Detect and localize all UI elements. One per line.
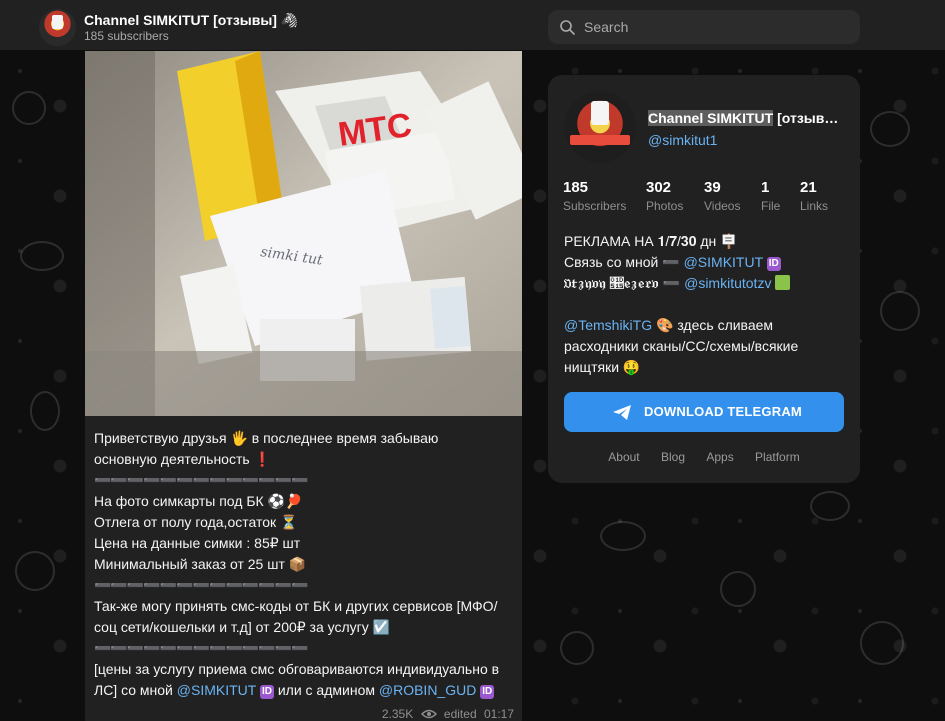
beginner-icon	[775, 275, 791, 290]
stat-label: Photos	[646, 199, 684, 213]
message-line: основную деятельность ❗	[94, 451, 271, 467]
channel-stats: 185 Subscribers 302 Photos 39 Videos 1 F…	[563, 179, 853, 219]
channel-subscribers: 185 subscribers	[84, 29, 169, 43]
message-line: Так-же могу принять смс-коды от БК и дру…	[94, 598, 498, 614]
message-line: Минимальный заказ от 25 шт 📦	[94, 556, 307, 572]
wallpaper-doodle	[20, 241, 64, 271]
footer-link-blog[interactable]: Blog	[661, 450, 685, 464]
mention-link-robin-gud[interactable]: @ROBIN_GUD	[379, 682, 476, 698]
message-text-segment: или с админом	[273, 682, 379, 698]
mention-link-temshikitg[interactable]: @TemshikiTG	[564, 317, 652, 333]
message-line: Приветствую друзья 🖐 в последнее время з…	[94, 430, 439, 446]
wallpaper-doodle	[15, 551, 55, 591]
stat-label: Subscribers	[563, 199, 627, 213]
wallpaper-doodle	[600, 521, 646, 551]
message-line: На фото симкарты под БК ⚽🏓	[94, 493, 303, 509]
telegram-icon	[613, 405, 631, 420]
eye-icon	[420, 709, 437, 719]
message-line: [цены за услугу приема смс обговариваютс…	[94, 661, 500, 677]
message-separator: ➖➖➖➖➖➖➖➖➖➖➖➖➖	[94, 472, 309, 488]
message-photo[interactable]: МТС simki tut	[85, 51, 522, 416]
desc-line: РЕКЛАМА НА 𝟏/𝟕/𝟑𝟎 дн 🪧	[564, 233, 738, 249]
message-line: Отлега от полу года,остаток ⏳	[94, 514, 298, 530]
wallpaper-doodle	[12, 91, 46, 125]
channel-title[interactable]: Channel SIMKITUT [отзывы] 🦓	[84, 12, 298, 29]
wallpaper-doodle	[30, 391, 60, 431]
stat-number: 185	[563, 179, 589, 196]
download-telegram-button[interactable]: DOWNLOAD TELEGRAM	[564, 392, 844, 432]
footer-link-platform[interactable]: Platform	[755, 450, 800, 464]
mention-link-simkitut[interactable]: @SIMKITUT	[177, 682, 256, 698]
panel-channel-title: Channel SIMKITUT [отзывы] 🦓	[648, 110, 848, 127]
search-input[interactable]: Search	[584, 19, 628, 35]
message-line: соц сети/кошельки и т.д] от 200₽ за услу…	[94, 619, 391, 635]
footer-link-about[interactable]: About	[608, 450, 639, 464]
message-separator: ➖➖➖➖➖➖➖➖➖➖➖➖➖	[94, 577, 309, 593]
stat-label: Links	[800, 199, 829, 213]
channel-avatar[interactable]	[39, 9, 76, 46]
desc-text-segment: Связь со мной ➖	[564, 254, 684, 270]
stat-label: Videos	[704, 199, 741, 213]
desc-line: Связь со мной ➖ @SIMKITUT ID	[564, 252, 848, 273]
sim-cards-photo: МТС simki tut	[85, 51, 522, 416]
stat-number: 39	[704, 179, 721, 196]
desc-line: расходники сканы/CC/схемы/всякие	[564, 338, 799, 354]
channel-description: РЕКЛАМА НА 𝟏/𝟕/𝟑𝟎 дн 🪧 Связь со мной ➖ @…	[564, 231, 848, 378]
views-count: 2.35K	[381, 707, 414, 721]
stat-label: File	[761, 199, 781, 213]
desc-text-segment: 𝔒𝔱𝔷𝔶𝔳𝔶 𝔕𝔢𝔷𝔢𝔯𝔳 ➖	[564, 275, 685, 291]
channel-info-panel: Channel SIMKITUT [отзывы] 🦓 @simkitut1 1…	[548, 75, 860, 483]
message-line: ЛС] со мной @SIMKITUT ID или с админом @…	[94, 680, 514, 701]
desc-text-segment: 🎨 здесь сливаем	[652, 317, 774, 333]
stat-number: 1	[761, 179, 770, 196]
wallpaper-doodle	[810, 491, 850, 521]
stat-file[interactable]: 1 File	[761, 179, 780, 213]
mention-link-simkitut[interactable]: @SIMKITUT	[684, 254, 763, 270]
stat-number: 302	[646, 179, 672, 196]
stat-number: 21	[800, 179, 817, 196]
wallpaper-doodle	[870, 111, 910, 147]
wallpaper-doodle	[880, 291, 920, 331]
title-highlight: Channel SIMKITUT	[648, 110, 774, 126]
wallpaper-doodle	[560, 631, 594, 665]
id-icon: ID	[480, 685, 495, 699]
desc-line: нищтяки 🤑	[564, 359, 641, 375]
title-rest: [отзывы] 🦓	[777, 110, 848, 126]
message-text: Приветствую друзья 🖐 в последнее время з…	[94, 428, 514, 701]
footer-links: About Blog Apps Platform	[548, 450, 860, 464]
chat-header: Channel SIMKITUT [отзывы] 🦓 185 subscrib…	[0, 0, 945, 51]
download-telegram-label: DOWNLOAD TELEGRAM	[644, 404, 802, 419]
footer-link-apps[interactable]: Apps	[706, 450, 733, 464]
message-text-segment: ЛС] со мной	[94, 682, 177, 698]
desc-line: @TemshikiTG 🎨 здесь сливаем	[564, 315, 848, 336]
desc-spacer	[564, 294, 848, 315]
edited-label: edited	[443, 707, 477, 721]
search-icon	[560, 20, 575, 35]
channel-avatar-large	[564, 91, 636, 163]
channel-handle[interactable]: @simkitut1	[648, 132, 717, 148]
stat-subscribers[interactable]: 185 Subscribers	[563, 179, 626, 213]
id-icon: ID	[259, 685, 274, 699]
mention-link-simkitutotzv[interactable]: @simkitutotzv	[684, 275, 771, 291]
search-bar[interactable]: Search	[548, 10, 860, 44]
message-time: 01:17	[483, 707, 514, 721]
desc-line: 𝔒𝔱𝔷𝔶𝔳𝔶 𝔕𝔢𝔷𝔢𝔯𝔳 ➖ @simkitutotzv	[564, 273, 848, 294]
wallpaper-doodle	[860, 621, 904, 665]
stat-links[interactable]: 21 Links	[800, 179, 828, 213]
stat-videos[interactable]: 39 Videos	[704, 179, 740, 213]
wallpaper-doodle	[720, 571, 756, 607]
stat-photos[interactable]: 302 Photos	[646, 179, 683, 213]
message-bubble: МТС simki tut Приветствую друзья 🖐 в пос…	[85, 51, 522, 721]
message-separator: ➖➖➖➖➖➖➖➖➖➖➖➖➖	[94, 640, 309, 656]
message-line: Цена на данные симки : 85₽ шт	[94, 535, 301, 551]
id-icon: ID	[766, 257, 781, 271]
message-meta: 2.35K edited 01:17	[378, 707, 514, 721]
